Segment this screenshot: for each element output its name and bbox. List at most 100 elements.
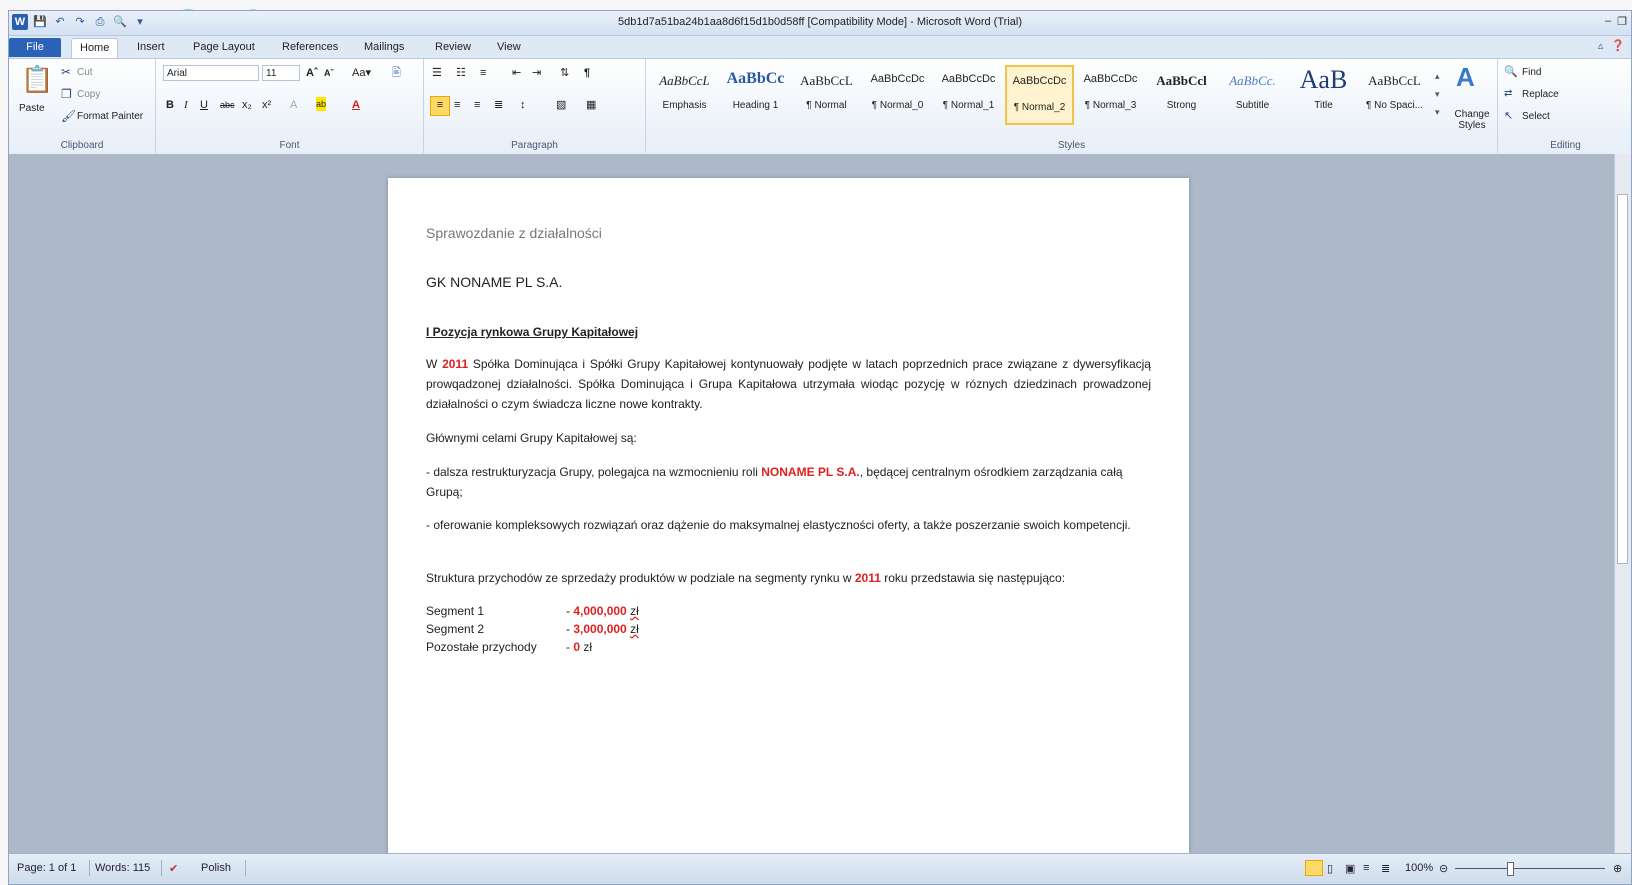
segment-row: Pozostałe przychody - 0 zł [426,638,1151,656]
document-area[interactable]: Sprawozdanie z działalności GK NONAME PL… [9,154,1617,854]
font-size-select[interactable]: 11 [262,65,300,81]
shrink-font-icon[interactable]: Aˇ [324,65,334,81]
web-layout-icon[interactable]: ▣ [1345,862,1355,875]
shading-icon[interactable]: ▧ [556,97,566,113]
vertical-scrollbar[interactable] [1614,154,1631,854]
italic-icon[interactable]: I [184,97,188,113]
format-painter-button[interactable]: Format Painter [77,111,143,122]
highlight-icon[interactable]: ab [316,97,327,111]
draft-icon[interactable]: ≣ [1381,862,1390,875]
align-center-icon[interactable]: ≡ [454,97,460,113]
copy-icon[interactable]: ❐ [61,87,72,101]
superscript-icon[interactable]: x² [262,97,271,113]
collapse-ribbon-icon[interactable]: ▵ [1598,39,1604,52]
font-name-select[interactable]: Arial [163,65,259,81]
style-emphasis[interactable]: AaBbCcL Emphasis [650,65,719,125]
print-layout-icon[interactable] [1305,860,1323,876]
change-styles-icon[interactable]: A [1456,63,1475,91]
style-normal-3[interactable]: AaBbCcDc ¶ Normal_3 [1076,65,1145,125]
zoom-slider-thumb[interactable] [1507,862,1514,876]
borders-icon[interactable]: ▦ [586,97,596,113]
zoom-slider[interactable] [1455,868,1605,869]
underline-icon[interactable]: U [200,97,208,113]
style-normal-2[interactable]: AaBbCcDc ¶ Normal_2 [1005,65,1074,125]
font-group: Arial 11 Aˆ Aˇ Aa▾ 🖹 B I U abc x₂ x² A a… [156,59,424,153]
copy-button[interactable]: Copy [77,89,100,100]
zoom-out-icon[interactable]: ⊝ [1439,862,1448,875]
bold-icon[interactable]: B [166,97,174,113]
word-count[interactable]: Words: 115 [95,862,150,874]
justify-icon[interactable]: ≣ [494,97,503,113]
language-indicator[interactable]: Polish [201,862,231,874]
zoom-level[interactable]: 100% [1405,862,1433,874]
find-button[interactable]: Find [1522,67,1541,78]
tab-review[interactable]: Review [427,38,479,57]
clear-formatting-icon[interactable]: 🖹 [392,65,401,81]
structure-prefix: Struktura przychodów ze sprzedaży produk… [426,571,855,585]
grow-font-icon[interactable]: Aˆ [306,65,318,81]
style-strong[interactable]: AaBbCcl Strong [1147,65,1216,125]
style-no-spacing[interactable]: AaBbCcL ¶ No Spaci... [1360,65,1429,125]
align-right-icon[interactable]: ≡ [474,97,480,113]
sort-icon[interactable]: ⇅ [560,65,569,81]
font-color-icon[interactable]: A [352,97,360,113]
style-sample: AaBbCc [726,70,785,87]
style-subtitle[interactable]: AaBbCc. Subtitle [1218,65,1287,125]
cut-icon[interactable]: ✂ [61,65,71,79]
change-case-icon[interactable]: Aa▾ [352,65,371,81]
subscript-icon[interactable]: x₂ [242,97,252,113]
tab-page-layout[interactable]: Page Layout [185,38,263,57]
style-normal-1[interactable]: AaBbCcDc ¶ Normal_1 [934,65,1003,125]
style-heading-1[interactable]: AaBbCc Heading 1 [721,65,790,125]
style-sample: AaBbCcL [659,73,710,88]
find-icon[interactable]: 🔍 [1504,65,1518,79]
style-name: ¶ Normal_2 [1013,102,1066,113]
increase-indent-icon[interactable]: ⇥ [532,65,541,81]
style-name: Subtitle [1235,100,1270,111]
select-button[interactable]: Select [1522,111,1550,122]
style-sample: AaBbCcL [800,73,853,88]
numbering-icon[interactable]: ☷ [456,65,466,81]
tab-references[interactable]: References [274,38,346,57]
segment-value: 3,000,000 [573,622,627,636]
align-left-icon[interactable]: ≡ [430,96,450,116]
page-count[interactable]: Page: 1 of 1 [17,862,76,874]
style-name: Emphasis [662,100,707,111]
tab-view[interactable]: View [489,38,529,57]
style-normal-0[interactable]: AaBbCcDc ¶ Normal_0 [863,65,932,125]
tab-home[interactable]: Home [71,38,119,59]
tab-insert[interactable]: Insert [129,38,173,57]
scrollbar-thumb[interactable] [1617,194,1628,564]
full-screen-reading-icon[interactable]: ▯ [1327,862,1333,875]
select-icon[interactable]: ↖ [1504,109,1513,123]
zoom-in-icon[interactable]: ⊕ [1613,862,1622,875]
paragraph-group: ☰ ☷ ≡ ⇤ ⇥ ⇅ ¶ ≡ ≡ ≡ ≣ ↕ ▧ ▦ Paragraph [424,59,646,153]
bullets-icon[interactable]: ☰ [432,65,442,81]
format-painter-icon[interactable]: 🖌 [61,109,76,123]
outline-icon[interactable]: ≡ [1363,862,1369,874]
tab-file[interactable]: File [9,38,61,57]
text-effects-icon[interactable]: A [290,97,297,113]
restore-icon[interactable]: ❐ [1617,15,1627,28]
minimize-icon[interactable]: – [1605,15,1611,28]
tab-mailings[interactable]: Mailings [356,38,412,57]
show-formatting-icon[interactable]: ¶ [584,65,590,81]
replace-icon[interactable]: ⇄ [1504,87,1512,101]
paste-icon[interactable]: 📋 [21,65,53,93]
replace-button[interactable]: Replace [1522,89,1559,100]
styles-scroll-icon[interactable]: ▴ ▾ ▾ [1435,67,1440,121]
decrease-indent-icon[interactable]: ⇤ [512,65,521,81]
editing-label: Editing [1550,140,1581,151]
multilevel-list-icon[interactable]: ≡ [480,65,486,81]
style-title[interactable]: AaB Title [1289,65,1358,125]
status-divider [245,860,246,876]
cut-button[interactable]: Cut [77,67,93,78]
proofing-icon[interactable]: ✔ [169,862,178,875]
strikethrough-icon[interactable]: abc [220,97,235,113]
line-spacing-icon[interactable]: ↕ [520,97,526,113]
help-icon[interactable]: ❓ [1611,39,1625,52]
style-normal[interactable]: AaBbCcL ¶ Normal [792,65,861,125]
document-page[interactable]: Sprawozdanie z działalności GK NONAME PL… [388,178,1189,854]
paste-button[interactable]: Paste [19,103,45,114]
change-styles-button[interactable]: Change Styles [1450,109,1494,131]
